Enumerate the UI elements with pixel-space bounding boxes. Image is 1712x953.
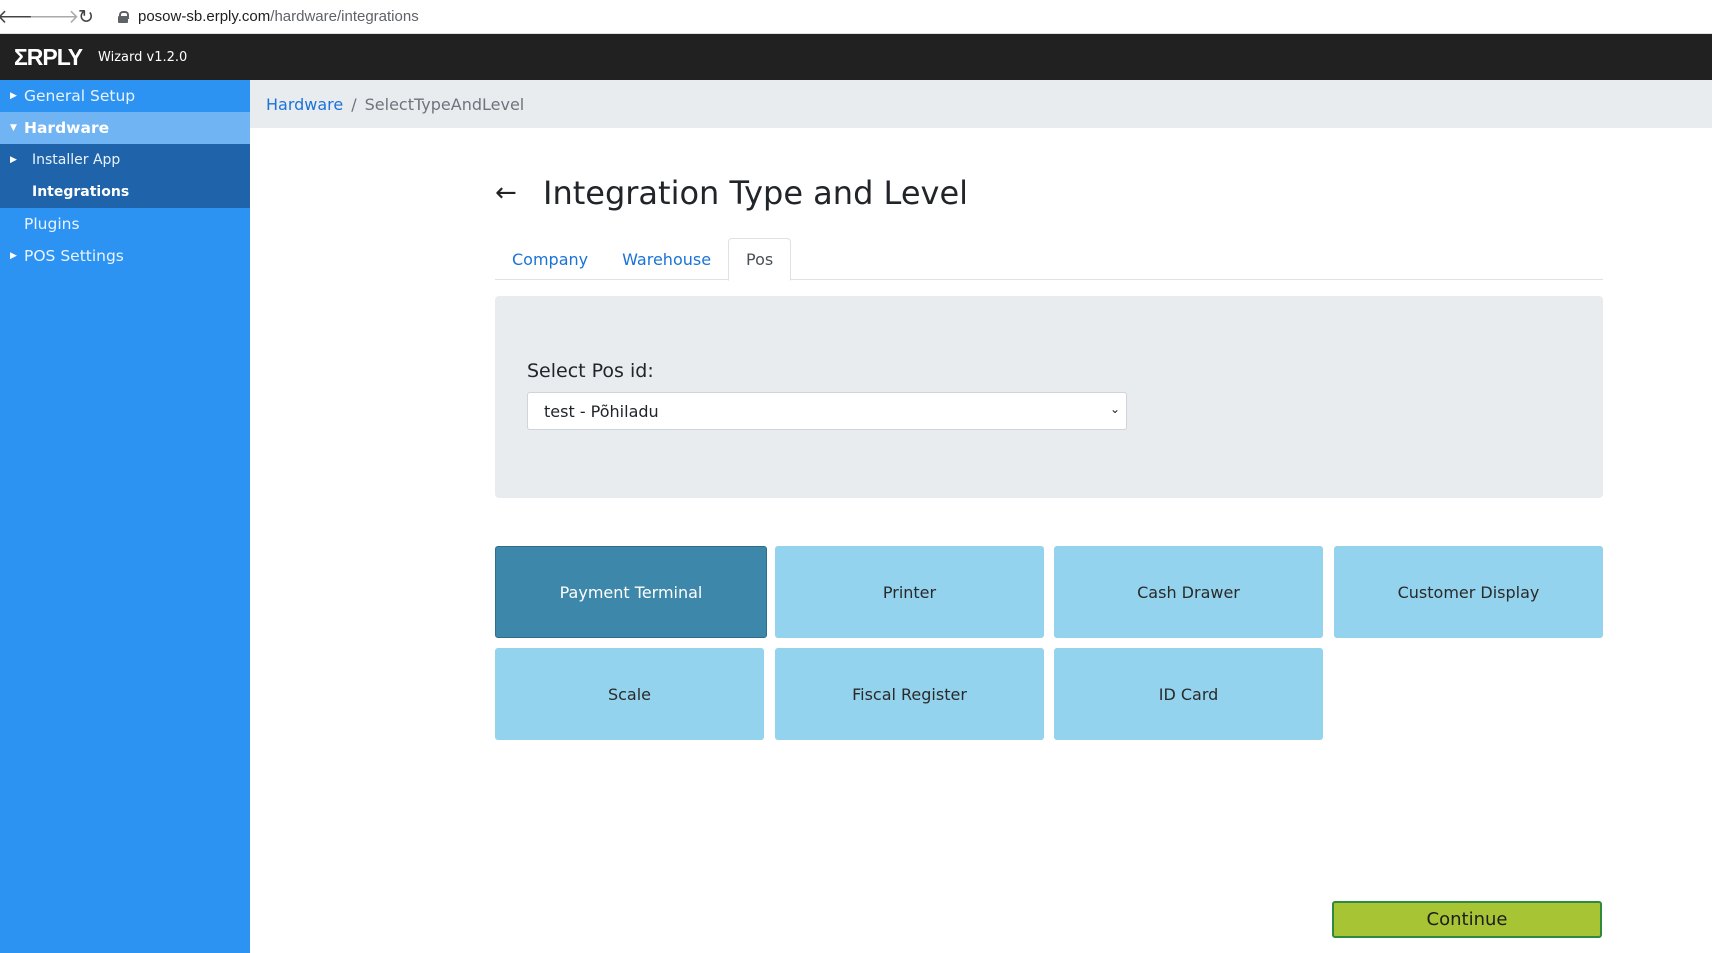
- sidebar-item-installer-app[interactable]: ▶ Installer App: [0, 144, 250, 176]
- caret-down-icon: ▼: [10, 123, 17, 133]
- caret-right-icon: ▶: [10, 251, 17, 261]
- erply-logo[interactable]: ΣRPLY: [14, 44, 83, 71]
- tile-id-card[interactable]: ID Card: [1054, 648, 1323, 740]
- app-header: ΣRPLY Wizard v1.2.0: [0, 34, 1712, 80]
- breadcrumb-separator: /: [351, 94, 357, 114]
- continue-button[interactable]: Continue: [1332, 901, 1602, 938]
- tab-company[interactable]: Company: [495, 238, 605, 280]
- select-pos-label: Select Pos id:: [527, 360, 654, 382]
- caret-right-icon: ▶: [10, 91, 17, 101]
- sidebar-item-pos-settings[interactable]: ▶ POS Settings: [0, 240, 250, 272]
- pos-id-select[interactable]: test - Põhiladu ⌄: [527, 392, 1127, 430]
- sidebar-item-label: Hardware: [24, 119, 110, 137]
- url-host: posow-sb.erply.com: [138, 8, 271, 25]
- lock-icon: [118, 10, 129, 23]
- address-bar[interactable]: posow-sb.erply.com/hardware/integrations: [118, 8, 419, 25]
- tile-cash-drawer[interactable]: Cash Drawer: [1054, 546, 1323, 638]
- app-version: Wizard v1.2.0: [98, 49, 188, 65]
- sidebar-submenu-hardware: ▶ Installer App Integrations: [0, 144, 250, 208]
- sidebar: ▶ General Setup ▼ Hardware ▶ Installer A…: [0, 80, 250, 953]
- sidebar-item-label: POS Settings: [24, 247, 124, 265]
- sidebar-item-label: Integrations: [32, 184, 130, 200]
- tab-warehouse[interactable]: Warehouse: [605, 238, 728, 280]
- breadcrumb: Hardware / SelectTypeAndLevel: [250, 80, 1712, 128]
- sidebar-item-integrations[interactable]: Integrations: [0, 176, 250, 208]
- page-title: Integration Type and Level: [543, 174, 969, 212]
- chevron-down-icon: ⌄: [1109, 402, 1120, 416]
- reload-icon[interactable]: ↻: [70, 3, 102, 31]
- forward-icon[interactable]: 🡒: [29, 3, 80, 31]
- tile-payment-terminal[interactable]: Payment Terminal: [495, 546, 767, 638]
- tile-fiscal-register[interactable]: Fiscal Register: [775, 648, 1044, 740]
- caret-right-icon: ▶: [10, 155, 17, 165]
- pos-select-panel: Select Pos id: test - Põhiladu ⌄: [495, 296, 1603, 498]
- level-tabs: Company Warehouse Pos: [495, 238, 1603, 281]
- sidebar-item-plugins[interactable]: Plugins: [0, 208, 250, 240]
- breadcrumb-hardware-link[interactable]: Hardware: [266, 95, 343, 114]
- sidebar-item-hardware[interactable]: ▼ Hardware: [0, 112, 250, 144]
- url-path: /hardware/integrations: [270, 8, 419, 25]
- browser-toolbar: 🡐 🡒 ↻ posow-sb.erply.com/hardware/integr…: [0, 0, 1712, 34]
- tile-scale[interactable]: Scale: [495, 648, 764, 740]
- tile-printer[interactable]: Printer: [775, 546, 1044, 638]
- sidebar-item-label: General Setup: [24, 87, 136, 105]
- breadcrumb-current: SelectTypeAndLevel: [364, 94, 525, 114]
- pos-id-select-value: test - Põhiladu: [544, 401, 659, 421]
- tab-pos[interactable]: Pos: [728, 238, 792, 281]
- sidebar-item-label: Plugins: [24, 215, 80, 233]
- sidebar-item-general-setup[interactable]: ▶ General Setup: [0, 80, 250, 112]
- back-arrow-icon[interactable]: ←: [495, 178, 543, 208]
- sidebar-item-label: Installer App: [32, 152, 121, 168]
- title-row: ← Integration Type and Level: [495, 174, 968, 212]
- tile-customer-display[interactable]: Customer Display: [1334, 546, 1603, 638]
